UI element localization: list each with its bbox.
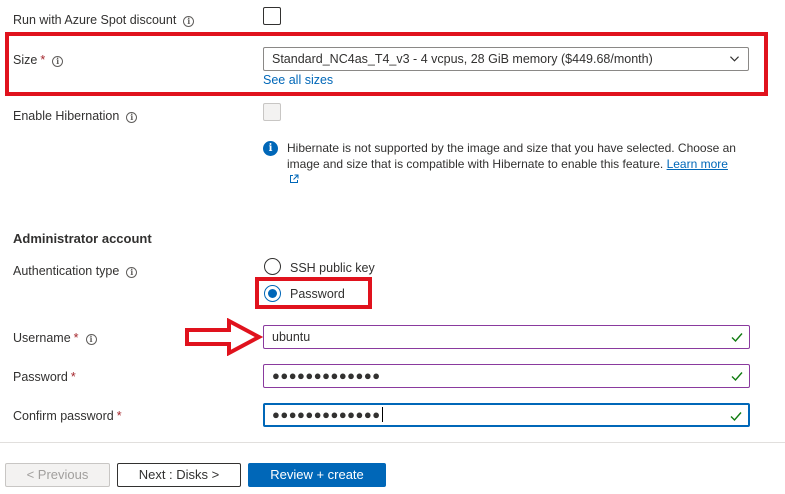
chevron-down-icon [730,56,739,62]
size-select[interactable]: Standard_NC4as_T4_v3 - 4 vcpus, 28 GiB m… [263,47,749,71]
password-label-text: Password [13,370,68,384]
checkmark-icon [731,372,743,382]
learn-more-link[interactable]: Learn more [667,157,728,171]
hibernation-checkbox[interactable] [263,103,281,121]
previous-button[interactable]: < Previous [5,463,110,487]
username-label-text: Username [13,331,71,345]
spot-label-text: Run with Azure Spot discount [13,13,177,27]
arrow-right-annotation [185,318,263,356]
password-value: ●●●●●●●●●●●●● [272,368,381,383]
admin-section-title: Administrator account [13,231,152,246]
review-create-button[interactable]: Review + create [248,463,386,487]
info-icon[interactable]: i [85,334,97,345]
auth-type-label-text: Authentication type [13,264,120,278]
password-input[interactable]: ●●●●●●●●●●●●● [263,364,750,388]
size-label: Size * i [13,52,64,68]
username-input[interactable]: ubuntu [263,325,750,349]
confirm-password-input[interactable]: ●●●●●●●●●●●●● [263,403,750,427]
confirm-password-label: Confirm password * [13,408,122,424]
info-icon[interactable]: i [183,16,195,27]
password-radio[interactable] [264,285,281,302]
password-label: Password * [13,369,76,385]
text-caret [381,407,383,422]
size-select-value: Standard_NC4as_T4_v3 - 4 vcpus, 28 GiB m… [272,52,653,66]
info-icon: i [263,141,278,156]
required-mark: * [40,53,46,67]
footer-divider [0,442,785,443]
password-radio-label[interactable]: Password [290,286,345,302]
required-mark: * [116,409,122,423]
ssh-radio[interactable] [264,258,281,275]
hibernation-label: Enable Hibernation i [13,108,138,124]
info-icon[interactable]: i [126,112,138,123]
spot-label: Run with Azure Spot discount i [13,12,195,28]
info-icon[interactable]: i [126,267,138,278]
username-value: ubuntu [272,330,311,344]
required-mark: * [73,331,79,345]
external-link-icon [290,174,299,183]
username-label: Username * i [13,330,97,346]
see-all-sizes-link[interactable]: See all sizes [263,73,333,87]
ssh-radio-label[interactable]: SSH public key [290,260,375,276]
confirm-password-label-text: Confirm password [13,409,114,423]
confirm-password-value: ●●●●●●●●●●●●● [272,407,381,422]
hibernation-label-text: Enable Hibernation [13,109,120,123]
checkmark-icon [730,412,742,422]
required-mark: * [70,370,76,384]
info-icon[interactable]: i [52,56,64,67]
checkmark-icon [731,333,743,343]
learn-more-text: Learn more [666,157,728,171]
spot-checkbox[interactable] [263,7,281,25]
size-label-text: Size [13,53,38,67]
auth-type-label: Authentication type i [13,263,138,279]
next-disks-button[interactable]: Next : Disks > [117,463,241,487]
hibernation-info-message: Hibernate is not supported by the image … [287,140,737,188]
